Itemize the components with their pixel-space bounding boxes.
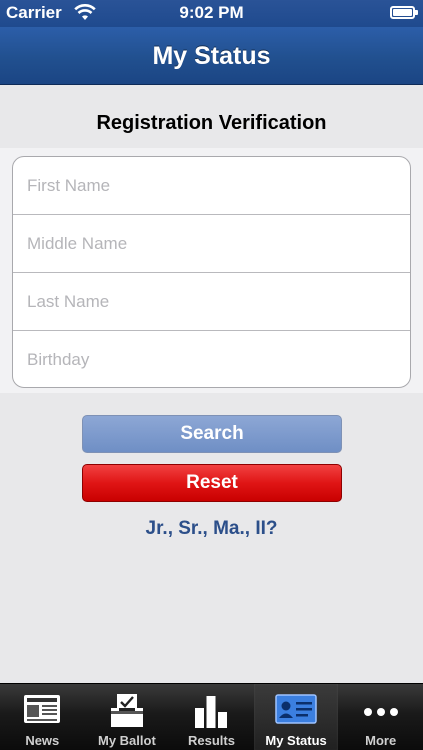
tab-results[interactable]: Results xyxy=(169,684,254,750)
first-name-field[interactable] xyxy=(27,157,397,214)
search-button[interactable]: Search xyxy=(82,415,342,453)
tab-my-status[interactable]: My Status xyxy=(253,684,339,750)
form-panel xyxy=(0,148,423,393)
middle-name-field[interactable] xyxy=(27,215,397,272)
name-suffix-link[interactable]: Jr., Sr., Ma., II? xyxy=(0,518,423,540)
tab-label: More xyxy=(365,733,397,748)
newspaper-icon xyxy=(23,694,61,729)
section-title: Registration Verification xyxy=(96,112,327,134)
birthday-row xyxy=(13,331,410,387)
ballot-box-icon xyxy=(109,694,145,733)
tab-my-ballot[interactable]: My Ballot xyxy=(85,684,170,750)
navigation-bar: My Status xyxy=(0,27,423,85)
reset-button[interactable]: Reset xyxy=(82,464,342,502)
battery-icon xyxy=(390,6,418,19)
status-bar: Carrier 9:02 PM xyxy=(0,0,423,27)
bar-chart-icon xyxy=(192,694,230,733)
tab-label: My Ballot xyxy=(97,733,156,748)
tab-bar: News My Ballot Results My Status More xyxy=(0,683,423,750)
middle-name-row xyxy=(13,215,410,273)
page-title: My Status xyxy=(152,42,271,70)
first-name-row xyxy=(13,157,410,215)
last-name-field[interactable] xyxy=(27,273,397,330)
last-name-row xyxy=(13,273,410,331)
more-dots-icon xyxy=(363,704,399,722)
tab-label: Results xyxy=(188,733,235,748)
tab-more[interactable]: More xyxy=(338,684,423,750)
id-card-icon xyxy=(275,694,317,729)
registration-form xyxy=(12,156,411,388)
tab-news[interactable]: News xyxy=(0,684,85,750)
tab-label: News xyxy=(25,733,60,748)
tab-label: My Status xyxy=(265,733,327,748)
clock: 9:02 PM xyxy=(179,3,244,22)
birthday-field[interactable] xyxy=(27,331,397,387)
